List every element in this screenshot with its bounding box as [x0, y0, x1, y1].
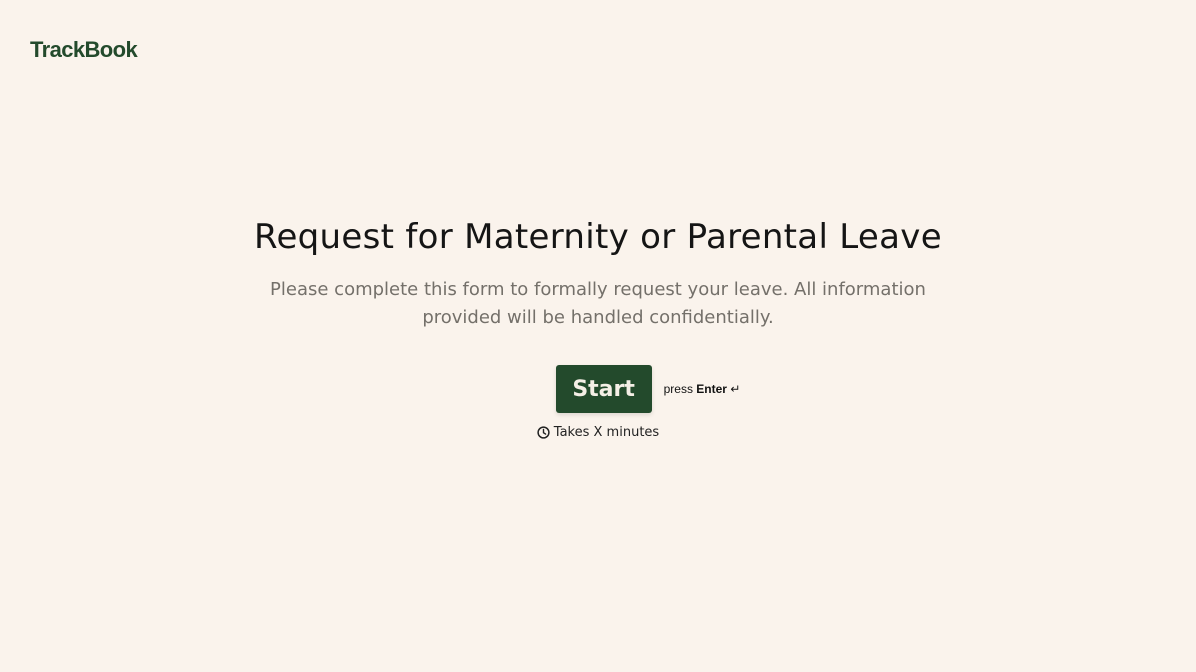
clock-icon	[537, 426, 550, 439]
keyboard-hint-prefix: press	[663, 382, 693, 396]
start-button[interactable]: Start	[555, 365, 652, 413]
keyboard-hint-key: Enter	[696, 382, 727, 396]
start-row: Start press Enter ↵	[555, 365, 741, 413]
form-title: Request for Maternity or Parental Leave	[254, 217, 942, 257]
duration-text: Takes X minutes	[553, 425, 660, 440]
enter-icon: ↵	[730, 382, 741, 396]
form-description: Please complete this form to formally re…	[270, 279, 926, 328]
welcome-screen: Request for Maternity or Parental Leave …	[0, 212, 1196, 440]
keyboard-hint: press Enter ↵	[664, 382, 741, 396]
duration-info: Takes X minutes	[537, 425, 659, 440]
brand-logo: TrackBook	[30, 37, 138, 62]
